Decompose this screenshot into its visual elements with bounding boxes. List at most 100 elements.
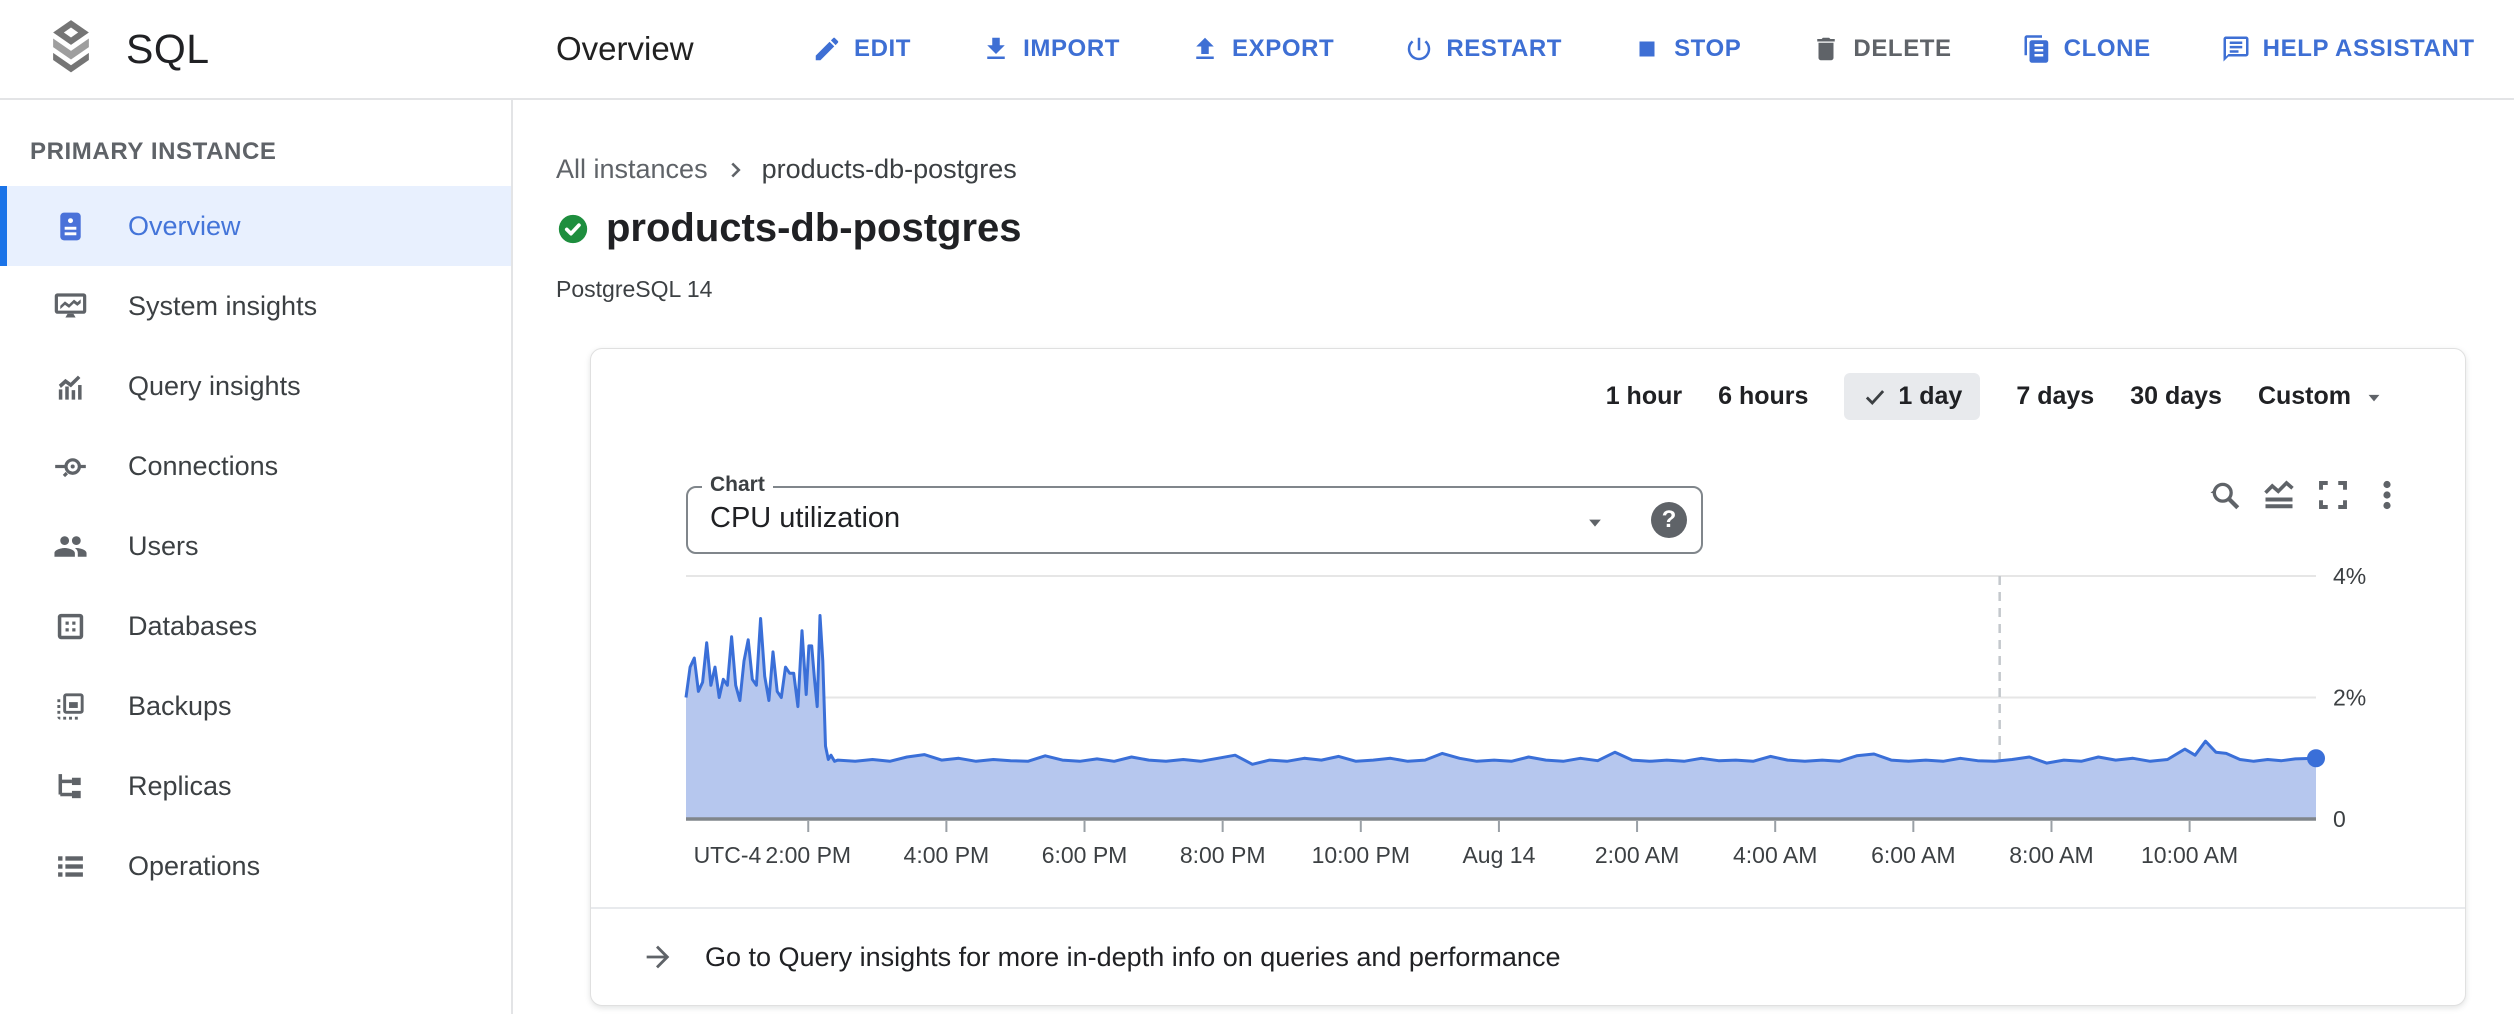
time-range-7-days[interactable]: 7 days — [2016, 382, 2094, 411]
import-button[interactable]: IMPORT — [981, 34, 1120, 64]
clone-button[interactable]: CLONE — [2022, 34, 2151, 64]
banner-text: Go to Query insights for more in-depth i… — [705, 942, 1560, 973]
chart-toolbar — [2207, 477, 2405, 513]
edit-button[interactable]: EDIT — [812, 34, 911, 64]
power-icon — [1404, 34, 1434, 64]
sidebar-label: Connections — [128, 451, 278, 482]
sidebar-label: Replicas — [128, 771, 232, 802]
time-range-1-hour[interactable]: 1 hour — [1606, 382, 1682, 411]
zoom-reset-icon[interactable] — [2207, 477, 2243, 513]
page-title: Overview — [556, 30, 694, 68]
delete-button[interactable]: DELETE — [1811, 34, 1951, 64]
export-label: EXPORT — [1232, 35, 1334, 63]
sidebar-item-users[interactable]: Users — [0, 506, 511, 586]
breadcrumb: All instances products-db-postgres — [556, 154, 1017, 185]
restart-label: RESTART — [1446, 35, 1562, 63]
chart-metric-select[interactable]: Chart CPU utilization ? — [686, 486, 1703, 554]
chart-select-label: Chart — [702, 473, 773, 497]
sidebar-label: Query insights — [128, 371, 301, 402]
svg-text:4%: 4% — [2333, 563, 2366, 589]
svg-text:2%: 2% — [2333, 685, 2366, 711]
sidebar-label: Overview — [128, 211, 241, 242]
status-healthy-icon — [556, 212, 590, 246]
time-range-6-hours[interactable]: 6 hours — [1718, 382, 1808, 411]
svg-text:8:00 PM: 8:00 PM — [1180, 842, 1266, 868]
svg-text:10:00 AM: 10:00 AM — [2141, 842, 2238, 868]
breadcrumb-all-instances-link[interactable]: All instances — [556, 154, 708, 185]
restart-button[interactable]: RESTART — [1404, 34, 1562, 64]
main-content: All instances products-db-postgres produ… — [513, 98, 2514, 1014]
time-range-custom-label: Custom — [2258, 382, 2351, 411]
sidebar-label: Databases — [128, 611, 257, 642]
sidebar-item-databases[interactable]: Databases — [0, 586, 511, 666]
chevron-right-icon — [722, 157, 748, 183]
chat-icon — [2221, 34, 2251, 64]
dropdown-caret-icon — [1581, 508, 1609, 536]
bar-chart-trend-icon — [53, 369, 88, 404]
export-icon — [1190, 34, 1220, 64]
more-vert-icon[interactable] — [2369, 477, 2405, 513]
instance-title-row: products-db-postgres — [556, 206, 1022, 251]
sidebar: PRIMARY INSTANCE Overview System insight… — [0, 98, 513, 1014]
svg-text:0: 0 — [2333, 806, 2346, 832]
trash-icon — [1811, 34, 1841, 64]
sidebar-label: System insights — [128, 291, 317, 322]
sidebar-item-overview[interactable]: Overview — [0, 186, 511, 266]
chart-select-value: CPU utilization — [710, 502, 900, 535]
svg-text:6:00 AM: 6:00 AM — [1871, 842, 1955, 868]
svg-text:2:00 AM: 2:00 AM — [1595, 842, 1679, 868]
stop-button[interactable]: STOP — [1632, 34, 1741, 64]
sidebar-item-query-insights[interactable]: Query insights — [0, 346, 511, 426]
cloud-sql-logo-icon — [38, 16, 104, 82]
stop-label: STOP — [1674, 35, 1741, 63]
time-range-1-day-selected[interactable]: 1 day — [1844, 373, 1980, 420]
sidebar-label: Backups — [128, 691, 232, 722]
svg-text:4:00 AM: 4:00 AM — [1733, 842, 1817, 868]
import-label: IMPORT — [1023, 35, 1120, 63]
connection-plug-icon — [53, 449, 88, 484]
stop-icon — [1632, 34, 1662, 64]
operations-list-icon — [53, 849, 88, 884]
monitor-chart-icon — [53, 289, 88, 324]
sidebar-label: Users — [128, 531, 199, 562]
sidebar-item-operations[interactable]: Operations — [0, 826, 511, 906]
header-actions: EDIT IMPORT EXPORT RESTART STOP DELETE C… — [812, 0, 2475, 98]
svg-text:UTC-4: UTC-4 — [694, 842, 762, 868]
sidebar-item-connections[interactable]: Connections — [0, 426, 511, 506]
breadcrumb-current: products-db-postgres — [762, 154, 1017, 185]
chart-help-icon[interactable]: ? — [1651, 502, 1687, 538]
sidebar-label: Operations — [128, 851, 260, 882]
delete-label: DELETE — [1853, 35, 1951, 63]
svg-text:Aug 14: Aug 14 — [1462, 842, 1535, 868]
query-insights-banner[interactable]: Go to Query insights for more in-depth i… — [591, 909, 2465, 1005]
import-icon — [981, 34, 1011, 64]
svg-text:8:00 AM: 8:00 AM — [2009, 842, 2093, 868]
export-button[interactable]: EXPORT — [1190, 34, 1334, 64]
replica-tree-icon — [53, 769, 88, 804]
time-range-custom[interactable]: Custom — [2258, 382, 2387, 411]
svg-text:2:00 PM: 2:00 PM — [765, 842, 851, 868]
time-range-30-days[interactable]: 30 days — [2130, 382, 2222, 411]
metrics-card: 1 hour 6 hours 1 day 7 days 30 days Cust… — [590, 348, 2466, 1006]
sidebar-item-replicas[interactable]: Replicas — [0, 746, 511, 826]
svg-text:4:00 PM: 4:00 PM — [904, 842, 990, 868]
fullscreen-icon[interactable] — [2315, 477, 2351, 513]
backups-copy-icon — [53, 689, 88, 724]
edit-label: EDIT — [854, 35, 911, 63]
instance-title: products-db-postgres — [606, 206, 1022, 251]
cpu-utilization-chart: UTC-42:00 PM 4:00 PM 6:00 PM 8:00 PM 10:00 P… — [591, 549, 2465, 895]
users-icon — [53, 529, 88, 564]
svg-text:6:00 PM: 6:00 PM — [1042, 842, 1128, 868]
help-assistant-button[interactable]: HELP ASSISTANT — [2221, 34, 2475, 64]
sidebar-item-backups[interactable]: Backups — [0, 666, 511, 746]
sidebar-item-system-insights[interactable]: System insights — [0, 266, 511, 346]
sidebar-section-label: PRIMARY INSTANCE — [30, 138, 511, 166]
clone-label: CLONE — [2064, 35, 2151, 63]
area-chart-icon[interactable] — [2261, 477, 2297, 513]
cpu-utilization-chart-svg: UTC-42:00 PM 4:00 PM 6:00 PM 8:00 PM 10:00 P… — [591, 549, 2465, 895]
database-grid-icon — [53, 609, 88, 644]
svg-text:10:00 PM: 10:00 PM — [1312, 842, 1410, 868]
dropdown-caret-icon — [2361, 384, 2387, 410]
time-range-1-day-label: 1 day — [1898, 382, 1962, 411]
product-name: SQL — [126, 26, 210, 73]
